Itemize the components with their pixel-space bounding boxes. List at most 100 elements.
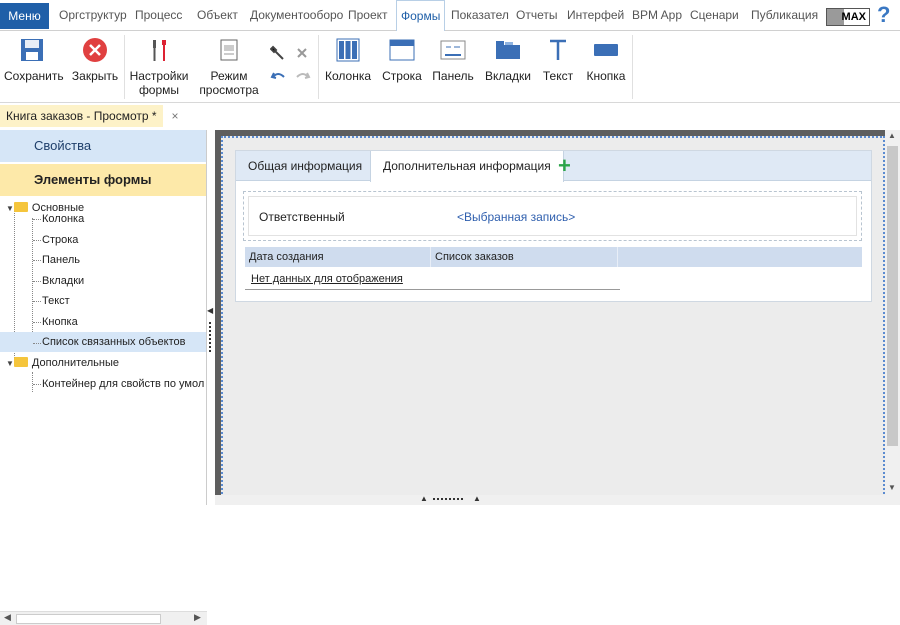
add-tabs-button[interactable]: Вкладки	[484, 35, 532, 83]
scroll-down-icon[interactable]: ▼	[888, 483, 896, 492]
main-menu-button[interactable]: Меню	[0, 3, 49, 29]
tree-item-panel[interactable]: Панель	[42, 250, 80, 270]
preview-mode-button[interactable]: Режим просмотра	[198, 35, 260, 97]
delete-icon[interactable]	[296, 47, 308, 59]
close-button[interactable]: Закрыть	[70, 35, 120, 83]
tree-item-row[interactable]: Строка	[42, 230, 78, 250]
form-settings-label-1: Настройки	[129, 69, 189, 83]
max-toggle[interactable]: MAX	[826, 8, 870, 26]
top-menu-bar: Меню Оргструктур Процесс Объект Документ…	[0, 0, 900, 32]
save-button[interactable]: Сохранить	[4, 35, 64, 83]
tree-item-linked-objects[interactable]: Список связанных объектов	[0, 332, 206, 352]
design-canvas: Общая информация Дополнительная информац…	[215, 130, 900, 505]
tab-additional-info[interactable]: Дополнительная информация	[370, 151, 564, 182]
pane-splitter[interactable]: ◀	[207, 130, 215, 505]
add-tab-icon[interactable]: +	[558, 153, 571, 179]
tree-item-tabs[interactable]: Вкладки	[42, 271, 84, 291]
add-button-button[interactable]: Кнопка	[584, 35, 628, 83]
form-root[interactable]: Общая информация Дополнительная информац…	[221, 136, 885, 498]
text-label: Текст	[542, 69, 574, 83]
splitter-up-icon[interactable]: ▲	[420, 494, 428, 503]
menu-reports[interactable]: Отчеты	[516, 0, 557, 31]
tree-item-text[interactable]: Текст	[42, 291, 70, 311]
save-label: Сохранить	[4, 69, 64, 83]
menu-interface[interactable]: Интерфей	[567, 0, 624, 31]
menu-docflow[interactable]: Документооборо	[250, 0, 343, 31]
column-header-orders[interactable]: Список заказов	[431, 247, 618, 267]
splitter-left-icon[interactable]: ◀	[207, 306, 213, 315]
row-icon	[389, 39, 415, 61]
column-header-date[interactable]: Дата создания	[245, 247, 431, 267]
preview-label-1: Режим	[210, 69, 248, 83]
tools-icon	[153, 40, 166, 61]
menu-orgstructure[interactable]: Оргструктур	[59, 0, 127, 31]
tree-node-extra[interactable]: ▼ Дополнительные	[6, 353, 119, 373]
horizontal-scrollbar[interactable]: ◀ ▶	[0, 611, 207, 625]
menu-object[interactable]: Объект	[197, 0, 238, 31]
button-label: Кнопка	[586, 69, 626, 83]
properties-section[interactable]: Свойства	[0, 130, 206, 162]
save-icon	[21, 39, 43, 61]
panel-icon	[440, 40, 466, 60]
folder-icon	[13, 357, 28, 367]
tabs-label: Вкладки	[484, 69, 532, 83]
redo-icon[interactable]	[295, 69, 311, 85]
row-label: Строка	[382, 69, 422, 83]
panel-row: Ответственный <Выбранная запись>	[248, 196, 857, 236]
vertical-scroll-thumb[interactable]	[887, 146, 898, 446]
tree-label-extra: Дополнительные	[31, 357, 119, 369]
bottom-splitter[interactable]: ▲ ▲	[215, 494, 900, 505]
selected-record-link[interactable]: <Выбранная запись>	[457, 210, 575, 224]
table-header: Дата создания Список заказов	[245, 247, 862, 267]
panel-label: Панель	[432, 69, 474, 83]
menu-indicators[interactable]: Показател	[451, 0, 509, 31]
close-circle-icon	[83, 38, 107, 62]
responsible-label: Ответственный	[259, 210, 345, 224]
preview-icon	[220, 39, 238, 61]
collapse-icon[interactable]: ▼	[6, 359, 14, 368]
document-tab[interactable]: Книга заказов - Просмотр * ×	[0, 105, 179, 127]
column-icon	[336, 38, 360, 62]
vertical-scrollbar[interactable]: ▲ ▼	[885, 130, 900, 495]
no-data-message: Нет данных для отображения	[251, 273, 403, 285]
menu-bpm-app[interactable]: BPM App	[632, 0, 682, 31]
menu-forms[interactable]: Формы	[396, 0, 446, 32]
left-pane: Свойства Элементы формы ▼ Основные Колонк…	[0, 130, 207, 625]
help-icon[interactable]: ?	[877, 2, 890, 28]
tree-item-button[interactable]: Кнопка	[42, 312, 78, 332]
form-settings-button[interactable]: Настройки формы	[128, 35, 190, 97]
add-text-button[interactable]: Текст	[540, 35, 576, 83]
button-icon	[594, 44, 618, 56]
folder-icon	[13, 202, 28, 212]
scroll-right-icon[interactable]: ▶	[194, 612, 201, 623]
text-icon	[550, 39, 566, 60]
tree-item-column[interactable]: Колонка	[42, 209, 84, 229]
tree-item-container[interactable]: Контейнер для свойств по умол	[42, 374, 204, 394]
wrench-icon[interactable]	[270, 45, 286, 61]
menu-process[interactable]: Процесс	[135, 0, 182, 31]
add-row-button[interactable]: Строка	[380, 35, 424, 83]
add-panel-button[interactable]: Панель	[431, 35, 475, 83]
scroll-left-icon[interactable]: ◀	[4, 612, 11, 623]
scroll-up-icon[interactable]: ▲	[888, 131, 896, 140]
close-label: Закрыть	[71, 69, 119, 83]
close-tab-icon[interactable]: ×	[172, 105, 179, 127]
form-tabs: Общая информация Дополнительная информац…	[236, 151, 871, 182]
menu-publication[interactable]: Публикация	[751, 0, 818, 31]
menu-scenarios[interactable]: Сценари	[690, 0, 739, 31]
tab-general-info[interactable]: Общая информация	[236, 151, 374, 181]
splitter-up-icon[interactable]: ▲	[473, 494, 481, 503]
undo-icon[interactable]	[270, 69, 286, 85]
scroll-thumb[interactable]	[16, 614, 161, 624]
table-divider	[245, 289, 620, 290]
form-card: Общая информация Дополнительная информац…	[235, 150, 872, 302]
form-elements-section[interactable]: Элементы формы	[0, 164, 206, 196]
form-settings-label-2: формы	[138, 83, 180, 97]
form-panel[interactable]: Ответственный <Выбранная запись>	[243, 191, 862, 241]
ribbon-separator	[318, 35, 319, 99]
menu-project[interactable]: Проект	[348, 0, 388, 31]
collapse-icon[interactable]: ▼	[6, 204, 14, 213]
add-column-button[interactable]: Колонка	[323, 35, 373, 83]
ribbon-toolbar: Сохранить Закрыть Настройки формы Режим …	[0, 31, 900, 103]
document-tab-title: Книга заказов - Просмотр *	[6, 109, 157, 123]
